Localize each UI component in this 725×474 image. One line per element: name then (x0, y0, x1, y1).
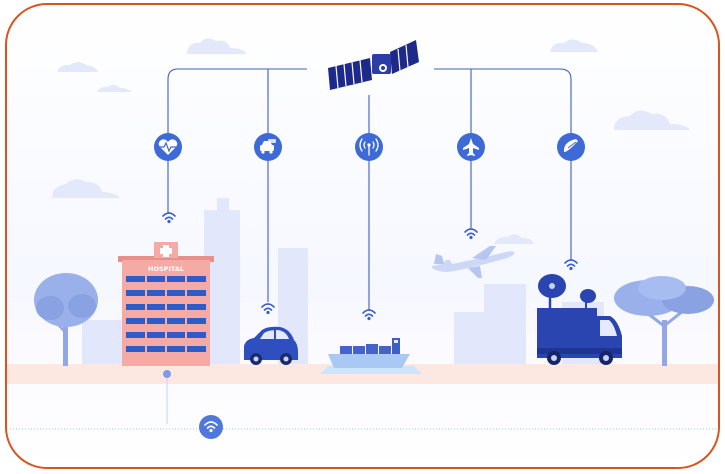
broadcast-van (537, 274, 622, 365)
wifi-icon (162, 212, 176, 224)
wifi-icon (464, 228, 478, 240)
building (484, 284, 526, 368)
solar-panel (328, 58, 372, 90)
cloud (97, 84, 132, 92)
airplane-node (457, 133, 485, 161)
heart-pulse-node (154, 133, 182, 161)
satellite (328, 40, 419, 90)
building (82, 320, 128, 368)
location-dot (163, 370, 171, 378)
cloud (187, 38, 246, 54)
wifi-icon (362, 309, 376, 321)
satellite-network-diagram: HOSPITAL (7, 38, 718, 439)
car-node (254, 133, 282, 161)
building (217, 198, 229, 212)
hospital-building: HOSPITAL (118, 242, 214, 366)
solar-panel (390, 40, 419, 74)
cloud (494, 234, 534, 244)
ground-wifi-badge (199, 415, 223, 439)
wifi-icon (261, 303, 275, 315)
tree-right (614, 276, 714, 366)
antenna-node (355, 133, 383, 161)
dish-node (557, 133, 585, 161)
wifi-icon (564, 259, 578, 271)
rounded-frame: HOSPITAL (5, 3, 720, 469)
cloud (52, 179, 120, 198)
ship (320, 338, 422, 374)
airplane (432, 246, 515, 278)
cloud (550, 39, 598, 52)
cloud (57, 62, 98, 72)
cloud (614, 110, 690, 130)
hospital-sign: HOSPITAL (148, 265, 184, 273)
